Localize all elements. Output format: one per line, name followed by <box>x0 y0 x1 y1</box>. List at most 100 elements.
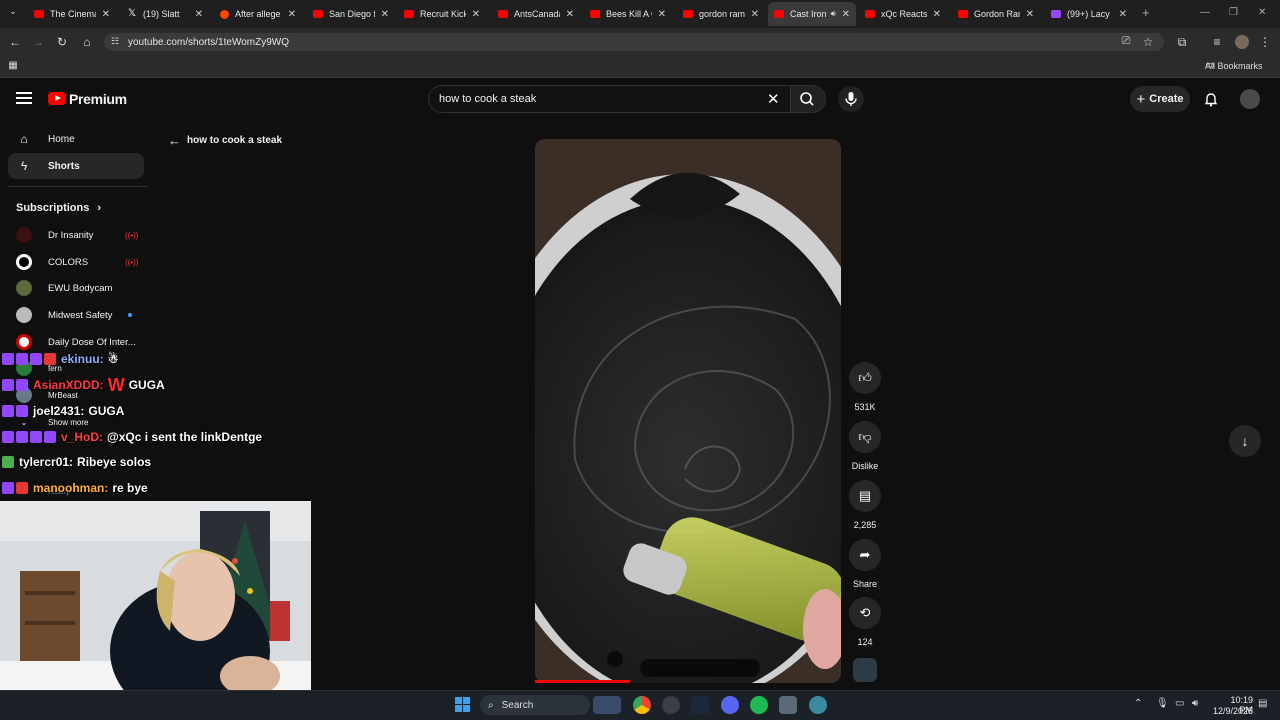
shorts-video-player[interactable] <box>535 139 841 683</box>
discord-icon[interactable] <box>721 696 739 714</box>
browser-tab[interactable]: San Diego fa ✕ <box>307 4 395 24</box>
browser-tab[interactable]: (99+) Lacy ✕ <box>1045 4 1133 24</box>
extensions-icon[interactable]: ⧉ <box>1175 35 1189 50</box>
tab-close-icon[interactable]: ✕ <box>1026 9 1034 20</box>
browser-tab[interactable]: 𝕏 (19) Slatt ✕ <box>121 4 209 24</box>
sidebar-item-home[interactable]: ⌂ Home <box>8 126 144 152</box>
badge-icon <box>44 431 56 443</box>
youtube-icon <box>865 10 875 18</box>
clear-search-icon[interactable]: ✕ <box>767 90 780 108</box>
tab-close-icon[interactable]: ✕ <box>288 9 296 20</box>
tab-close-icon[interactable]: ✕ <box>566 9 574 20</box>
network-icon[interactable]: ▭ <box>1175 698 1184 709</box>
account-avatar[interactable] <box>1240 89 1260 109</box>
forward-icon[interactable]: → <box>31 35 45 49</box>
notifications-bell-icon[interactable] <box>1203 91 1219 112</box>
new-tab-button[interactable]: + <box>1142 5 1150 20</box>
sound-thumbnail[interactable] <box>853 658 877 682</box>
share-label: Share <box>852 579 878 589</box>
chrome-icon[interactable] <box>633 696 651 714</box>
install-app-icon[interactable]: ⎚ <box>1119 35 1133 48</box>
tab-close-icon[interactable]: ✕ <box>381 9 389 20</box>
url-text[interactable]: youtube.com/shorts/1teWomZy9WQ <box>128 37 289 48</box>
channel-avatar <box>16 227 32 243</box>
sidebar-item-shorts[interactable]: ϟ Shorts <box>8 153 144 179</box>
browser-tab[interactable]: Cast Iron 🔊︎ ✕ <box>768 2 856 26</box>
search-input-value[interactable]: how to cook a steak <box>439 93 536 105</box>
badge-icon <box>16 405 28 417</box>
youtube-logo[interactable] <box>48 92 66 105</box>
steam-icon[interactable] <box>691 696 709 714</box>
close-window-icon[interactable]: ✕ <box>1258 7 1266 18</box>
minimize-icon[interactable]: — <box>1200 7 1210 18</box>
back-icon[interactable]: ← <box>8 35 22 49</box>
browser-tab[interactable]: Bees Kill A G ✕ <box>584 4 672 24</box>
obs-icon[interactable] <box>662 696 680 714</box>
browser-menu-icon[interactable]: ⋮ <box>1258 35 1272 49</box>
maximize-icon[interactable]: ❐ <box>1229 7 1238 18</box>
tab-close-icon[interactable]: ✕ <box>658 9 666 20</box>
tab-close-icon[interactable]: ✕ <box>933 9 941 20</box>
profile-avatar[interactable] <box>1235 35 1249 49</box>
chat-username: ekinuu: <box>61 352 104 366</box>
search-button[interactable] <box>790 85 826 113</box>
comments-button[interactable]: ▤ 2,285 <box>846 480 884 530</box>
tab-close-icon[interactable]: ✕ <box>472 9 480 20</box>
arrow-down-icon: ↓ <box>1241 433 1249 449</box>
all-bookmarks-button[interactable]: All Bookmarks <box>1205 61 1263 71</box>
tab-close-icon[interactable]: ✕ <box>195 9 203 20</box>
like-button[interactable]: 👍︎ 531K <box>846 362 884 412</box>
create-button[interactable]: + Create <box>1130 86 1190 112</box>
tab-audio-icon[interactable]: 🔊︎ <box>831 9 836 19</box>
tab-title: Recruit Kick <box>420 9 466 19</box>
subscription-label: Daily Dose Of Inter... <box>48 336 136 348</box>
voice-search-button[interactable] <box>838 86 864 112</box>
browser-tab[interactable]: Gordon Ram ✕ <box>952 4 1040 24</box>
tab-close-icon[interactable]: ✕ <box>102 9 110 20</box>
badge-icon <box>30 431 42 443</box>
widgets-icon[interactable] <box>593 696 621 714</box>
browser-tab[interactable]: AntsCanada ✕ <box>492 4 580 24</box>
notification-center-icon[interactable]: ▤ <box>1258 698 1267 709</box>
microphone-tray-icon[interactable]: 🎙︎ <box>1156 698 1169 709</box>
home-browser-icon[interactable]: ⌂ <box>80 35 94 49</box>
browser-tab[interactable]: gordon ram ✕ <box>677 4 765 24</box>
reading-list-icon[interactable]: ≡ <box>1210 35 1224 49</box>
subscription-item[interactable]: Midwest Safety <box>16 305 112 325</box>
settings-icon[interactable] <box>779 696 797 714</box>
subscription-item[interactable]: COLORS <box>16 252 88 272</box>
browser-tab[interactable]: The Cinemat ✕ <box>28 4 116 24</box>
remix-button[interactable]: ⟲ 124 <box>846 597 884 647</box>
volume-icon[interactable]: 🔊︎ <box>1192 698 1198 709</box>
tab-close-icon[interactable]: ✕ <box>1119 9 1127 20</box>
app-icon[interactable] <box>809 696 827 714</box>
tab-close-icon[interactable]: ✕ <box>751 9 759 20</box>
tray-chevron-icon[interactable]: ⌃ <box>1134 698 1142 709</box>
browser-tab[interactable]: xQc Reacts t ✕ <box>859 4 947 24</box>
video-progress-bar[interactable] <box>535 680 630 683</box>
taskbar-search[interactable]: ⌕ Search <box>480 695 590 715</box>
windows-start-icon[interactable] <box>455 697 471 713</box>
site-info-icon[interactable]: ☷ <box>108 36 122 47</box>
back-to-search-link[interactable]: ← how to cook a steak <box>168 133 282 148</box>
remix-count: 124 <box>857 637 873 647</box>
subscription-item[interactable]: EWU Bodycam <box>16 278 112 298</box>
browser-tab[interactable]: Recruit Kick ✕ <box>398 4 486 24</box>
subscription-item[interactable]: Dr Insanity <box>16 225 93 245</box>
tab-close-icon[interactable]: ✕ <box>842 9 850 20</box>
dislike-button[interactable]: 👎︎ Dislike <box>846 421 884 471</box>
hamburger-menu-icon[interactable] <box>16 92 32 104</box>
browser-tab[interactable]: After allege ✕ <box>214 4 302 24</box>
youtube-brand-label[interactable]: Premium <box>69 91 127 107</box>
arrow-left-icon: ← <box>168 133 181 148</box>
clock-date[interactable]: 12/9/2025 <box>1212 706 1253 716</box>
apps-grid-icon[interactable]: ▦ <box>6 60 20 71</box>
bookmark-star-icon[interactable]: ☆ <box>1141 35 1155 49</box>
next-video-button[interactable]: ↓ <box>1229 425 1261 457</box>
spotify-icon[interactable] <box>750 696 768 714</box>
tab-title: The Cinemat <box>50 9 96 19</box>
subscriptions-heading[interactable]: Subscriptions › <box>16 202 101 214</box>
reload-icon[interactable]: ↻ <box>55 35 69 49</box>
share-button[interactable]: ➦ Share <box>846 539 884 589</box>
tab-search-icon[interactable]: ⌄ <box>6 6 20 17</box>
